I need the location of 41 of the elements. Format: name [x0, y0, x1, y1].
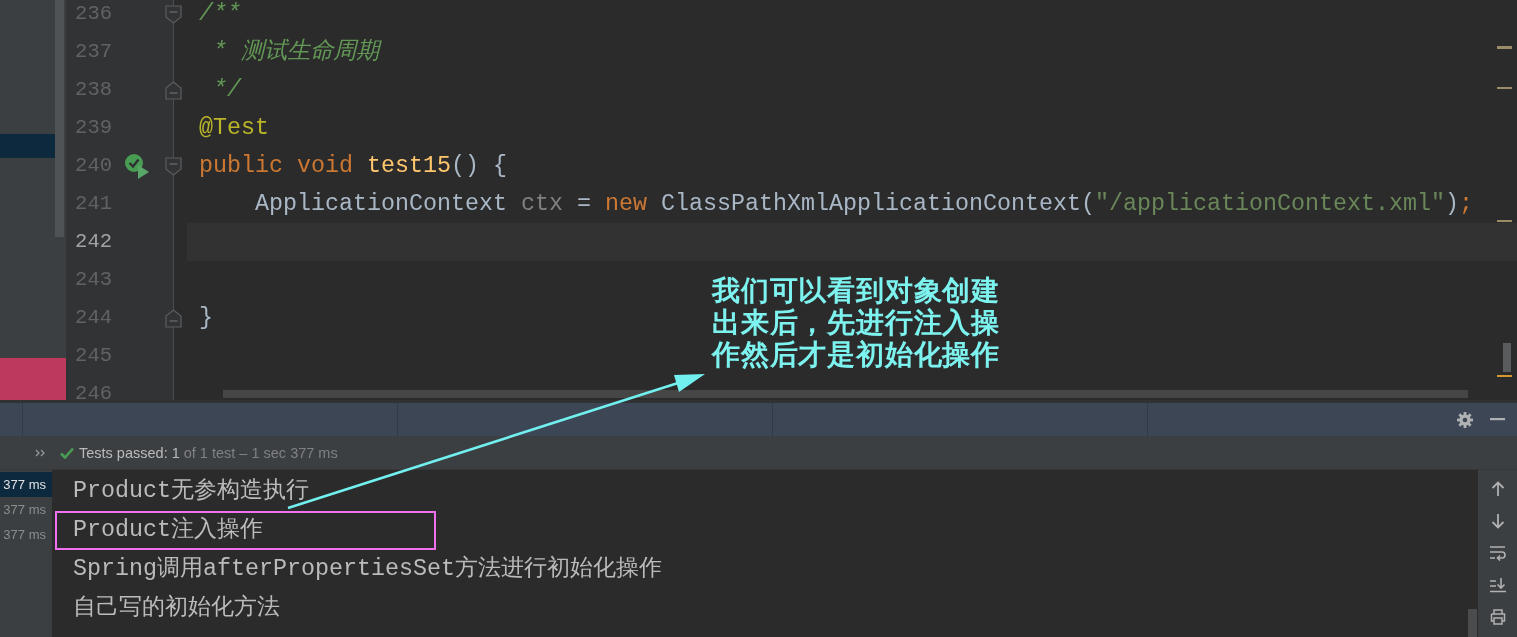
- fold-icon[interactable]: [165, 156, 182, 176]
- minimize-icon[interactable]: [1490, 418, 1505, 421]
- soft-wrap-icon[interactable]: [1489, 545, 1506, 561]
- highlight-bar: [0, 358, 66, 400]
- fold-icon[interactable]: [165, 80, 182, 100]
- annotation-text: 我们可以看到对象创建出来后，先进行注入操作然后才是初始化操作: [712, 275, 1001, 371]
- fold-icon[interactable]: [165, 4, 182, 24]
- down-arrow-icon[interactable]: [1490, 513, 1505, 529]
- double-chevron-icon[interactable]: [35, 448, 45, 457]
- test-summary: of 1 test – 1 sec 377 ms: [183, 444, 338, 461]
- console-line: 自己写的初始化方法: [73, 594, 280, 623]
- console-line: Spring调用afterPropertiesSet方法进行初始化操作: [73, 555, 662, 584]
- up-arrow-icon[interactable]: [1490, 481, 1505, 497]
- fold-icon[interactable]: [165, 308, 182, 328]
- check-icon: [60, 446, 74, 459]
- scrollbar-thumb[interactable]: [1503, 343, 1511, 372]
- stripe-marker[interactable]: [1497, 87, 1512, 89]
- scrollbar-thumb[interactable]: [223, 390, 1468, 398]
- scroll-to-end-icon[interactable]: [1489, 577, 1506, 593]
- code-line: public void test15() {: [199, 152, 507, 180]
- tests-passed-label: Tests passed: 1: [79, 444, 180, 461]
- console-line: Product注入操作: [73, 516, 263, 545]
- settings-icon[interactable]: [1457, 411, 1473, 428]
- selection-bar: [0, 134, 55, 158]
- stripe-marker[interactable]: [1497, 46, 1512, 49]
- code-line: ApplicationContext ctx = new ClassPathXmlApplicationContext("/applicationContext.xml");: [254, 190, 1473, 218]
- code-line: }: [199, 304, 213, 332]
- code-line: /**: [199, 0, 241, 28]
- check-run-icon[interactable]: [124, 153, 150, 179]
- code-line: */: [212, 76, 241, 104]
- test-tree-item[interactable]: 377 ms: [0, 522, 52, 547]
- line-number: 242: [74, 229, 113, 255]
- scrollbar-thumb[interactable]: [1468, 609, 1477, 637]
- test-tree-item[interactable]: 377 ms: [0, 497, 52, 522]
- scrollbar-thumb[interactable]: [55, 0, 64, 237]
- stripe-marker[interactable]: [1497, 220, 1512, 222]
- code-line: @Test: [199, 114, 269, 142]
- stripe-marker[interactable]: [1497, 375, 1512, 377]
- test-tree-item[interactable]: 377 ms: [0, 472, 52, 497]
- console-line: Product无参构造执行: [73, 477, 309, 506]
- printer-icon[interactable]: [1489, 609, 1506, 625]
